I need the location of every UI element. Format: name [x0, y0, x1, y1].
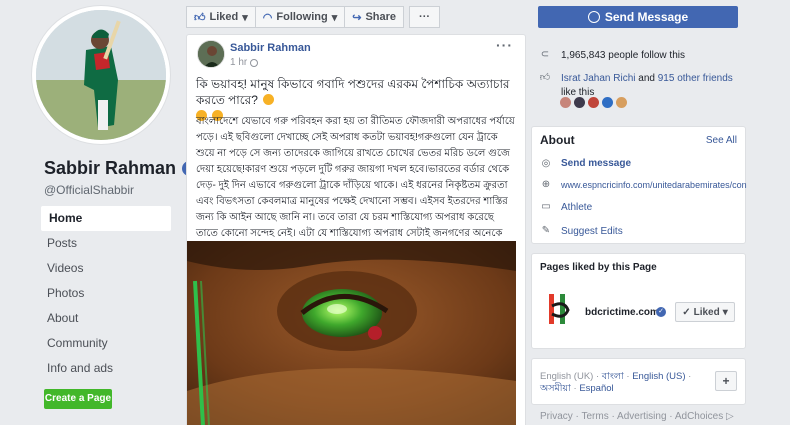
page-name: Sabbir Rahman: [44, 158, 177, 178]
avatar: [36, 10, 166, 140]
globe-icon: ⊕: [541, 179, 551, 190]
liked-label: Liked: [209, 11, 239, 23]
plus-icon: +: [722, 374, 730, 388]
post-headline-text: কি ভয়াবহ! মানুষ কিভাবে গবাদি পশুদের এরক…: [196, 77, 510, 107]
friend-avatars: [560, 97, 627, 108]
author-photo: [198, 41, 224, 67]
sad-emoji-icon: [263, 94, 275, 105]
nav-item-videos[interactable]: Videos: [41, 256, 171, 281]
add-language-button[interactable]: +: [715, 371, 737, 391]
bdcrictime-logo-image: [549, 294, 570, 324]
friend-avatar[interactable]: [588, 97, 599, 108]
checkmark-icon: ✓: [682, 306, 691, 318]
page-handle: @OfficialShabbir: [44, 183, 134, 197]
more-label: ···: [419, 11, 431, 23]
messenger-icon: [587, 11, 600, 23]
footer-links[interactable]: Privacy · Terms · Advertising · AdChoice…: [540, 411, 734, 422]
friend-avatar[interactable]: [574, 97, 585, 108]
page-title: Sabbir Rahman ✓: [44, 158, 198, 179]
about-category-link[interactable]: Athlete: [561, 202, 592, 213]
follower-count: 1,965,843 people follow this: [561, 50, 685, 61]
friend-avatar[interactable]: [616, 97, 627, 108]
page-liked-button[interactable]: ✓ Liked ▾: [675, 302, 735, 322]
nav-item-posts[interactable]: Posts: [41, 231, 171, 256]
about-send-message[interactable]: Send message: [561, 158, 631, 169]
nav-item-home[interactable]: Home: [41, 206, 171, 231]
pages-liked-card: Pages liked by this Page bdcrictime.com …: [531, 253, 746, 349]
post-photo[interactable]: [187, 241, 516, 425]
page-icon: ▭: [541, 201, 551, 212]
thumbs-up-icon: 👍︎: [194, 11, 206, 24]
chevron-down-icon: ▾: [722, 306, 728, 318]
rss-icon: ◠: [262, 11, 273, 24]
following-label: Following: [276, 11, 328, 23]
language-assamese[interactable]: অসমীয়া: [540, 383, 571, 394]
share-icon: ↪: [352, 11, 362, 24]
friends-like-text: Israt Jahan Richi and 915 other friends …: [561, 73, 733, 98]
post-time-label: 1 hr: [230, 57, 248, 68]
avatar-photo: [36, 10, 166, 140]
liked-button[interactable]: 👍︎ Liked ▾: [186, 6, 256, 28]
share-label: Share: [365, 11, 397, 23]
page-liked-label: Liked: [693, 306, 720, 318]
send-message-label: Send Message: [604, 10, 689, 24]
post-timestamp[interactable]: 1 hr: [230, 57, 259, 68]
chevron-down-icon: ▾: [242, 11, 248, 24]
post-body-text: বাংলাদেশে যেভাবে গরু পরিবহন করা হয় তা র…: [196, 116, 515, 255]
page-nav: Home Posts Videos Photos About Community…: [41, 206, 171, 381]
language-english-uk: English (UK): [540, 371, 594, 382]
thumbs-up-icon: 👍︎: [539, 72, 551, 83]
about-website-link[interactable]: www.espncricinfo.com/unitedarabemirates/…: [561, 180, 747, 190]
nav-item-about[interactable]: About: [41, 306, 171, 331]
globe-icon: [250, 58, 259, 67]
see-all-link[interactable]: See All: [706, 135, 737, 146]
suggest-edits-link[interactable]: Suggest Edits: [561, 226, 623, 237]
post-author-name[interactable]: Sabbir Rahman: [230, 42, 311, 54]
rss-icon: ⊂: [540, 49, 550, 60]
liked-page-name[interactable]: bdcrictime.com: [585, 307, 659, 318]
verified-badge-icon: ✓: [656, 307, 666, 317]
post-options-button[interactable]: ···: [496, 37, 513, 53]
post-author-avatar[interactable]: [197, 40, 225, 68]
friend-avatar[interactable]: [560, 97, 571, 108]
post-card: Sabbir Rahman 1 hr ··· কি ভয়াবহ! মানুষ …: [186, 34, 526, 425]
chevron-down-icon: ▾: [331, 11, 338, 24]
share-button[interactable]: ↪ Share: [344, 6, 405, 28]
profile-picture[interactable]: [32, 6, 170, 144]
about-card: About See All ◎ Send message ⊕ www.espnc…: [531, 126, 747, 244]
followers-section: ⊂ 1,965,843 people follow this 👍︎ Israt …: [531, 38, 746, 123]
create-page-button[interactable]: Create a Page: [44, 389, 112, 409]
nav-item-photos[interactable]: Photos: [41, 281, 171, 306]
languages-card: English (UK) · বাংলা · English (US) · অস…: [531, 358, 746, 405]
pencil-icon: ✎: [541, 225, 551, 236]
left-column: Sabbir Rahman ✓ @OfficialShabbir Home Po…: [0, 0, 198, 425]
more-options-button[interactable]: ···: [409, 6, 441, 28]
following-button[interactable]: ◠ Following ▾: [254, 6, 346, 28]
cow-eye-photo: [187, 241, 516, 425]
language-bangla[interactable]: বাংলা: [602, 371, 624, 382]
other-friends-link[interactable]: 915 other friends: [658, 73, 733, 84]
language-list: English (UK) · বাংলা · English (US) · অস…: [540, 371, 692, 394]
language-spanish[interactable]: Español: [579, 383, 613, 394]
friend-link[interactable]: Israt Jahan Richi: [561, 73, 635, 84]
messenger-icon: ◎: [541, 158, 551, 169]
nav-item-info-and-ads[interactable]: Info and ads: [41, 356, 171, 381]
bdcrictime-logo[interactable]: [546, 292, 572, 326]
send-message-button[interactable]: Send Message: [538, 6, 738, 28]
language-english-us[interactable]: English (US): [632, 371, 685, 382]
page-action-bar: 👍︎ Liked ▾ ◠ Following ▾ ↪ Share ···: [186, 6, 441, 28]
friend-avatar[interactable]: [602, 97, 613, 108]
nav-item-community[interactable]: Community: [41, 331, 171, 356]
pages-liked-title: Pages liked by this Page: [540, 262, 657, 273]
about-title: About: [540, 133, 575, 147]
